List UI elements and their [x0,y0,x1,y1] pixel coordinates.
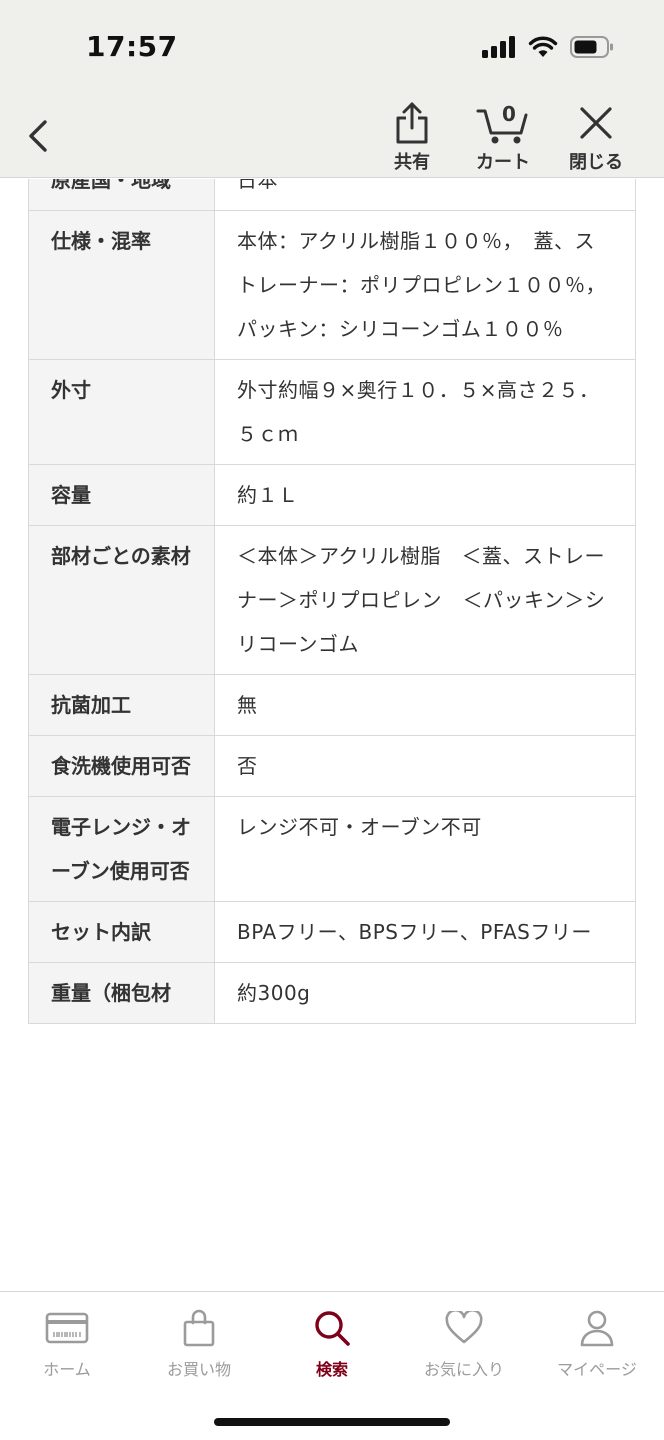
spec-label: 重量（梱包材 [28,962,215,1024]
spec-value: 日本 [214,179,636,211]
spec-label: 食洗機使用可否 [28,735,215,797]
home-indicator [214,1418,450,1426]
spec-row: 重量（梱包材 約300g [28,962,636,1024]
cart-count-badge: 0 [502,102,516,126]
close-button[interactable]: 閉じる [558,100,634,174]
status-bar: 17:57 [0,0,664,96]
spec-value: 本体：アクリル樹脂１００％， 蓋、ストレーナー：ポリプロピレン１００％， パッキ… [214,210,636,360]
tab-label: ホーム [43,1360,91,1379]
spec-label: 原産国・地域 [28,179,215,211]
cart-button[interactable]: 0 カート [465,100,541,174]
search-icon [315,1311,350,1346]
tab-label: お買い物 [166,1360,231,1379]
tab-label: 検索 [315,1360,348,1379]
share-button[interactable]: 共有 [374,100,450,174]
card-icon [45,1312,89,1344]
close-label: 閉じる [569,152,623,173]
spec-value: 否 [214,735,636,797]
tab-home[interactable]: ホーム [2,1306,132,1380]
chevron-left-icon [29,120,47,152]
share-label: 共有 [394,152,430,173]
spec-value: 無 [214,674,636,736]
spec-row: 抗菌加工 無 [28,674,636,736]
status-time: 17:57 [86,30,178,63]
spec-label: 外寸 [28,359,215,465]
nav-bar: 共有 0 カート 閉じる [0,96,664,178]
tab-mypage[interactable]: マイページ [532,1306,662,1380]
spec-row: 容量 約１Ｌ [28,464,636,526]
spec-table: 原産国・地域 日本 仕様・混率 本体：アクリル樹脂１００％， 蓋、ストレーナー：… [28,179,636,1024]
cart-label: カート [476,152,530,173]
tab-shopping[interactable]: お買い物 [134,1306,264,1380]
person-icon [580,1310,614,1347]
tab-label: マイページ [557,1360,637,1379]
spec-value: BPAフリー、BPSフリー、PFASフリー [214,901,636,963]
spec-label: 抗菌加工 [28,674,215,736]
spec-value: 約300g [214,962,636,1024]
spec-row: 部材ごとの素材 ＜本体＞アクリル樹脂 ＜蓋、ストレーナー＞ポリプロピレン ＜パッ… [28,525,636,675]
tab-search[interactable]: 検索 [267,1306,397,1380]
spec-row: 外寸 外寸約幅９×奥行１０．５×高さ２５．５ｃｍ [28,359,636,465]
spec-row: セット内訳 BPAフリー、BPSフリー、PFASフリー [28,901,636,963]
spec-label: 容量 [28,464,215,526]
spec-label: 仕様・混率 [28,210,215,360]
product-spec-section[interactable]: 原産国・地域 日本 仕様・混率 本体：アクリル樹脂１００％， 蓋、ストレーナー：… [0,179,664,1291]
spec-row: 食洗機使用可否 否 [28,735,636,797]
spec-row: 電子レンジ・オーブン使用可否 レンジ不可・オーブン不可 [28,796,636,902]
spec-row: 仕様・混率 本体：アクリル樹脂１００％， 蓋、ストレーナー：ポリプロピレン１００… [28,210,636,360]
tab-label: お気に入り [423,1360,504,1379]
spec-value: 外寸約幅９×奥行１０．５×高さ２５．５ｃｍ [214,359,636,465]
spec-row: 原産国・地域 日本 [28,179,636,211]
spec-value: レンジ不可・オーブン不可 [214,796,636,902]
back-button[interactable] [18,116,58,156]
close-icon [580,107,612,139]
tab-favorites[interactable]: お気に入り [399,1306,529,1380]
spec-value: 約１Ｌ [214,464,636,526]
spec-label: 部材ごとの素材 [28,525,215,675]
status-icons [482,36,614,58]
spec-label: セット内訳 [28,901,215,963]
battery-icon [570,36,613,58]
share-icon [396,102,428,144]
wifi-icon [528,36,558,57]
spec-value: ＜本体＞アクリル樹脂 ＜蓋、ストレーナー＞ポリプロピレン ＜パッキン＞シリコーン… [214,525,636,675]
signal-icon [482,36,515,58]
heart-icon [445,1311,483,1344]
shopping-bag-icon [183,1309,215,1347]
spec-label: 電子レンジ・オーブン使用可否 [28,796,215,902]
